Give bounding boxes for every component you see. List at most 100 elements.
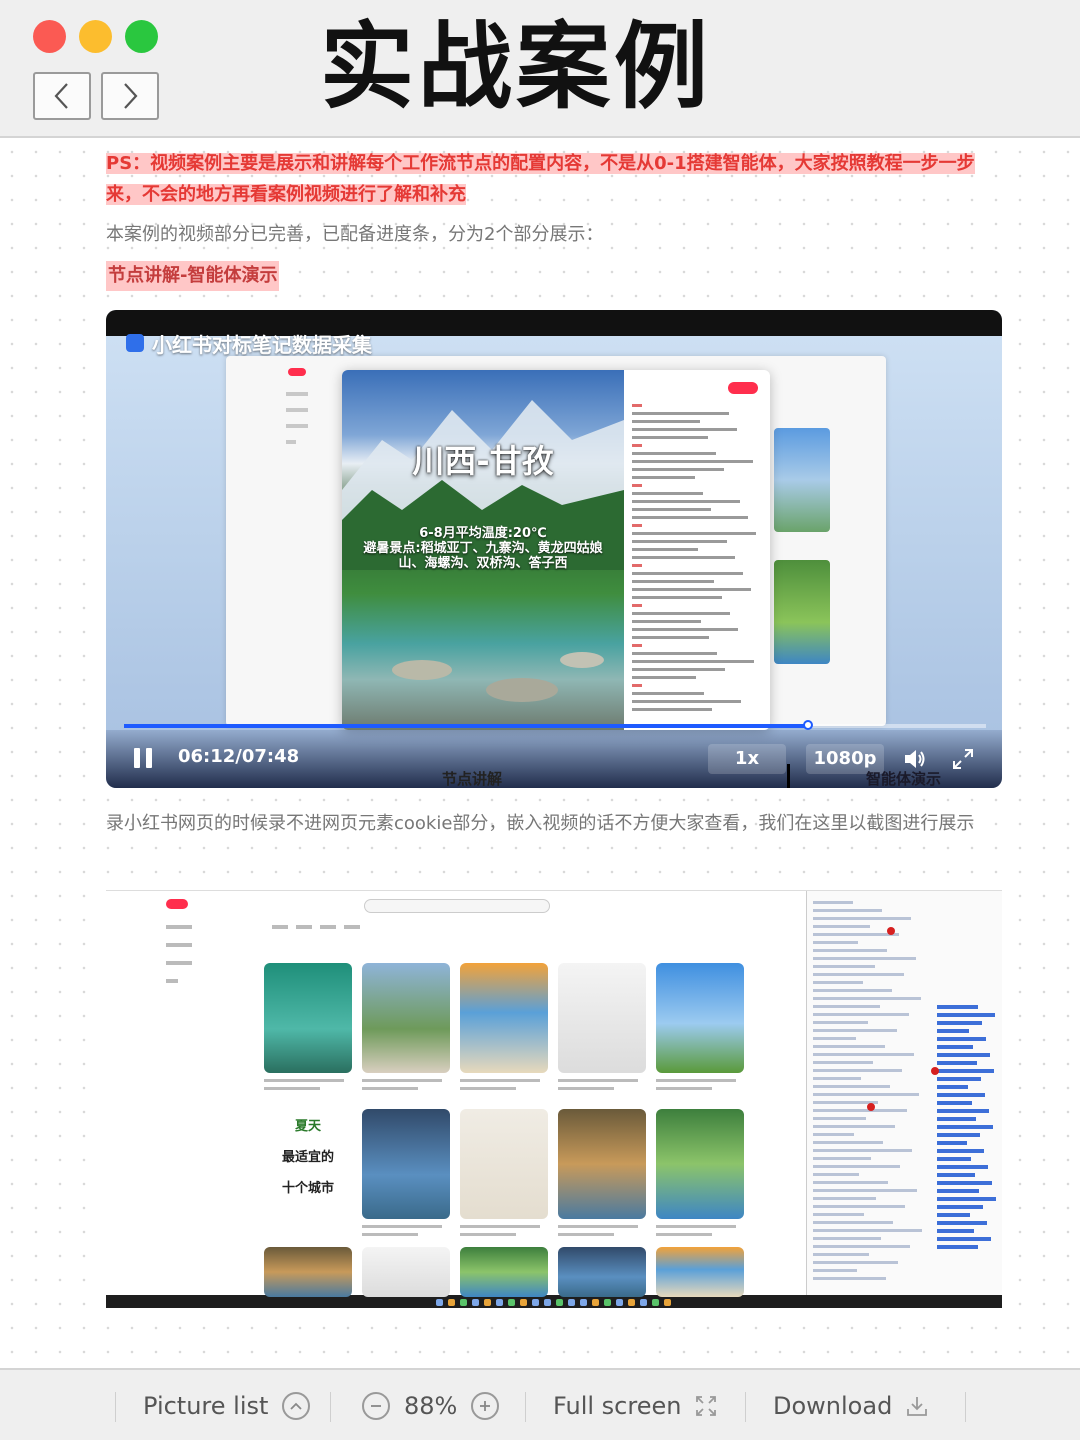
devtools-row xyxy=(813,901,853,904)
devtools-cookie-value xyxy=(937,1037,986,1041)
devtools-cookie-value xyxy=(937,1013,995,1017)
picture-list-button[interactable]: Picture list xyxy=(143,1370,311,1440)
devtools-row xyxy=(813,941,858,944)
taskbar-app-icon xyxy=(532,1299,539,1306)
feed-card-image xyxy=(264,1247,352,1297)
devtools-cookie-value xyxy=(937,1149,984,1153)
bottom-toolbar: Picture list 88% Full screen Download xyxy=(0,1368,1080,1440)
devtools-row xyxy=(813,1197,876,1200)
devtools-row xyxy=(813,1005,880,1008)
devtools-cookie-value xyxy=(937,1069,994,1073)
devtools-panel xyxy=(806,891,1002,1295)
video-progress-handle[interactable] xyxy=(803,720,814,730)
devtools-row xyxy=(813,1077,861,1080)
taskbar-app-icon xyxy=(652,1299,659,1306)
feed-card-image xyxy=(362,963,450,1073)
feed-card-caption-line xyxy=(656,1225,736,1228)
devtools-row xyxy=(813,1277,886,1280)
zoom-out-icon[interactable] xyxy=(362,1392,390,1420)
devtools-cookie-value xyxy=(937,1237,991,1241)
taskbar-app-icon xyxy=(472,1299,479,1306)
full-screen-button[interactable]: Full screen xyxy=(553,1370,717,1440)
follow-button[interactable] xyxy=(728,382,758,394)
expand-icon xyxy=(696,1396,717,1416)
comment-line xyxy=(632,444,642,447)
feed-card-image xyxy=(656,963,744,1073)
feed-card-image xyxy=(558,1247,646,1297)
close-window-button[interactable] xyxy=(33,20,66,53)
devtools-row xyxy=(813,949,887,952)
toolbar-divider xyxy=(330,1392,331,1422)
document-content: PS：视频案例主要是展示和讲解每个工作流节点的配置内容，不是从0-1搭建智能体，… xyxy=(0,140,1080,1368)
taskbar-app-icon xyxy=(496,1299,503,1306)
post-comments-list xyxy=(632,380,764,720)
feed-card-caption-line xyxy=(460,1233,516,1236)
chapter-label-node-explanation[interactable]: 节点讲解 xyxy=(442,768,502,788)
video-title: 小红书对标笔记数据采集 xyxy=(126,328,372,358)
forward-button[interactable] xyxy=(101,72,159,120)
devtools-cookie-value xyxy=(937,1245,978,1249)
sidebar-item xyxy=(166,943,192,947)
comment-line xyxy=(632,604,642,607)
video-progress-bar[interactable] xyxy=(124,720,986,730)
devtools-cookie-value xyxy=(937,1101,972,1105)
devtools-row xyxy=(813,1021,868,1024)
maximize-window-button[interactable] xyxy=(125,20,158,53)
playback-speed-button[interactable]: 1x xyxy=(708,744,786,774)
comment-line xyxy=(632,524,642,527)
comment-line xyxy=(632,548,698,551)
devtools-row xyxy=(813,1173,859,1176)
comment-line xyxy=(632,412,729,415)
devtools-row xyxy=(813,957,916,960)
devtools-row xyxy=(813,1013,909,1016)
minimize-window-button[interactable] xyxy=(79,20,112,53)
feed-card-image xyxy=(460,963,548,1073)
devtools-row xyxy=(813,1229,922,1232)
video-player[interactable]: 小红书对标笔记数据采集 川西-甘孜 6-8月平均温度:20℃ 避暑景点:稻城亚丁… xyxy=(106,310,1002,788)
sidebar-item xyxy=(286,408,308,412)
devtools-cookie-value xyxy=(937,1053,990,1057)
feed-card-caption-line xyxy=(656,1087,712,1090)
devtools-cookie-value xyxy=(937,1221,987,1225)
devtools-row xyxy=(813,1133,854,1136)
intro-paragraph: 本案例的视频部分已完善，已配备进度条，分为2个部分展示： xyxy=(106,224,604,245)
feed-card-image xyxy=(264,963,352,1073)
devtools-row xyxy=(813,973,904,976)
devtools-row xyxy=(813,1037,856,1040)
taskbar-app-icon xyxy=(436,1299,443,1306)
download-button[interactable]: Download xyxy=(773,1370,928,1440)
feed-tab xyxy=(344,925,360,929)
devtools-cookie-value xyxy=(937,1181,992,1185)
comment-line xyxy=(632,612,730,615)
devtools-cookie-value xyxy=(937,1173,975,1177)
back-button[interactable] xyxy=(33,72,91,120)
sidebar-item xyxy=(166,979,178,983)
taskbar-app-icon xyxy=(568,1299,575,1306)
feed-card-caption-line xyxy=(264,1087,320,1090)
devtools-row xyxy=(813,1069,902,1072)
feed-card-image xyxy=(558,1109,646,1219)
devtools-cookie-value xyxy=(937,1005,978,1009)
chevron-right-icon xyxy=(124,83,138,109)
doc-icon xyxy=(126,334,144,352)
devtools-row xyxy=(813,1157,871,1160)
xiaohongshu-logo xyxy=(288,368,306,376)
comment-line xyxy=(632,676,696,679)
feed-card-image xyxy=(362,1247,450,1297)
comment-line xyxy=(632,580,714,583)
annotation-marker xyxy=(887,927,895,935)
pause-button[interactable] xyxy=(134,748,154,768)
taskbar-app-icon xyxy=(580,1299,587,1306)
zoom-in-icon[interactable] xyxy=(471,1392,500,1420)
annotation-marker xyxy=(931,1067,939,1075)
taskbar-app-icon xyxy=(628,1299,635,1306)
pause-icon xyxy=(134,748,140,768)
fullscreen-icon[interactable] xyxy=(952,748,974,770)
toolbar-divider xyxy=(745,1392,746,1422)
devtools-row xyxy=(813,1165,900,1168)
chapter-label-agent-demo[interactable]: 智能体演示 xyxy=(866,768,941,788)
feed-card-caption-line xyxy=(656,1233,712,1236)
feed-card-caption-line xyxy=(558,1225,638,1228)
xiaohongshu-screenshot-image: 夏天 最适宜的 十个城市 xyxy=(106,890,1002,1308)
feed-card-image xyxy=(558,963,646,1073)
